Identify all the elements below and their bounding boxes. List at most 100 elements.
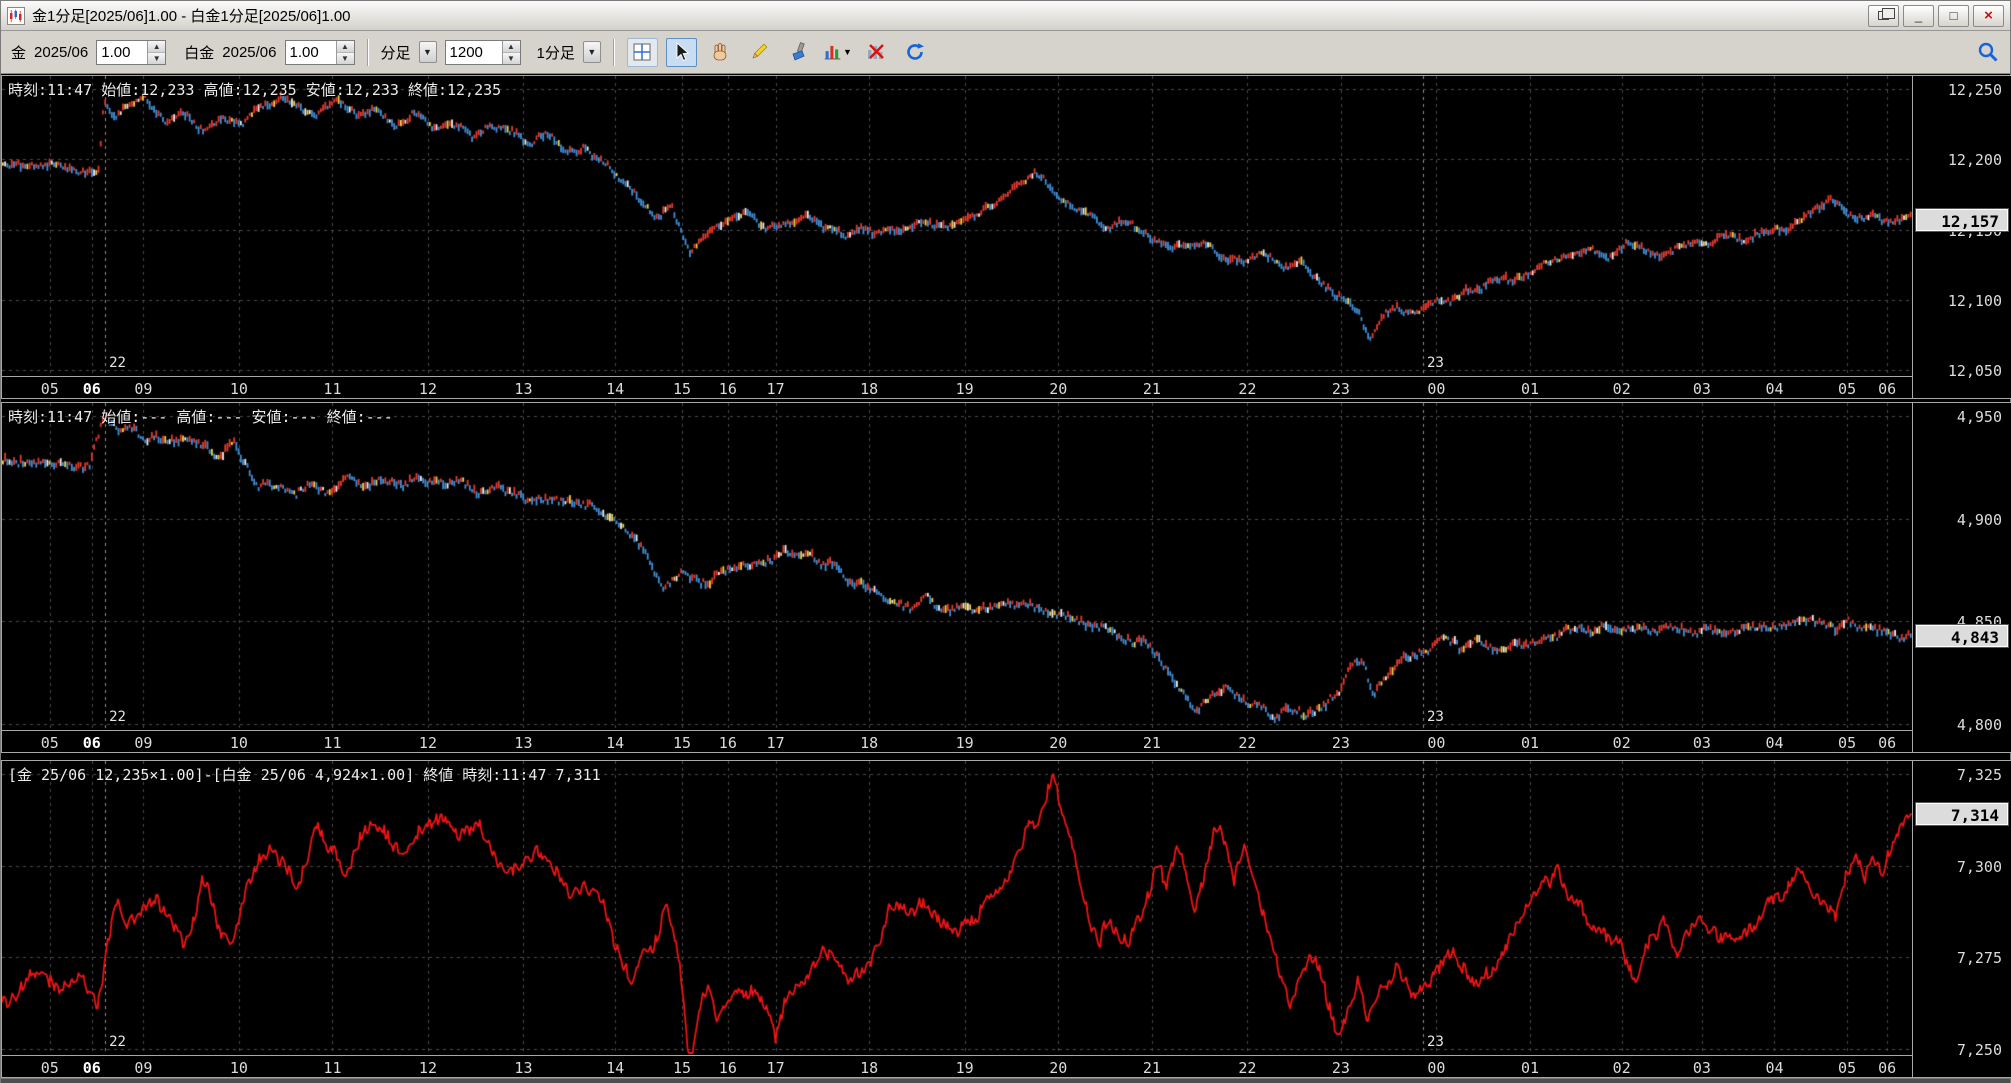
- x-axis-label: 10: [229, 1059, 248, 1077]
- refresh-icon: [907, 43, 925, 60]
- x-axis-label: 15: [672, 734, 692, 752]
- pan-tool-button[interactable]: [705, 38, 736, 67]
- draw-tool-button[interactable]: [744, 38, 775, 67]
- x-axis-label: 04: [1765, 380, 1784, 398]
- x-axis-label: 03: [1692, 734, 1711, 752]
- y-axis-label: 4,950: [1956, 408, 2002, 426]
- x-axis-label: 01: [1521, 734, 1540, 752]
- date-change-label: 22: [109, 1034, 126, 1050]
- x-axis-label: 20: [1049, 734, 1068, 752]
- restore-icon: [1878, 8, 1895, 20]
- x-axis-label: 16: [718, 1059, 737, 1077]
- select-tool-button[interactable]: [665, 37, 697, 67]
- spinner-arrows: ▲ ▼: [335, 40, 354, 64]
- toolbar: 金 2025/06 ▲ ▼ 白金 2025/06 ▲ ▼ 分足 ▼ ▲ ▼ 1分…: [1, 31, 2010, 74]
- platinum-contract-month: 2025/06: [222, 43, 277, 61]
- spread-price-scale[interactable]: 7,325 7,300 7,275 7,250 7,314: [1912, 761, 2011, 1077]
- y-axis-label: 12,100: [1947, 291, 2002, 310]
- spinner-arrows: ▲ ▼: [501, 40, 520, 64]
- title-bar: 金1分足[2025/06]1.00 - 白金1分足[2025/06]1.00 _…: [1, 1, 2010, 31]
- maximize-button[interactable]: □: [1938, 4, 1969, 27]
- spread-chart-canvas[interactable]: [2, 761, 1912, 1055]
- x-axis-label: 01: [1521, 1059, 1540, 1077]
- refresh-button[interactable]: [900, 38, 931, 67]
- platinum-chart-info: 時刻:11:47 始値:--- 高値:--- 安値:--- 終値:---: [8, 408, 393, 426]
- x-axis-label: 05: [40, 734, 59, 752]
- spin-up-icon[interactable]: ▲: [148, 40, 166, 53]
- x-axis-label: 14: [606, 380, 625, 398]
- y-axis-label: 12,200: [1947, 151, 2002, 170]
- restore-button[interactable]: [1868, 4, 1899, 27]
- brush-tool-button[interactable]: [783, 38, 814, 67]
- gold-multiplier-input[interactable]: [97, 40, 148, 64]
- spin-down-icon[interactable]: ▼: [502, 52, 520, 64]
- date-change-label: 22: [109, 709, 126, 725]
- x-axis-label: 21: [1142, 734, 1161, 752]
- gold-chart-panel: 時刻:11:47 始値:12,233 高値:12,235 安値:12,233 終…: [1, 75, 2011, 399]
- x-axis-label: 03: [1692, 380, 1711, 398]
- spin-up-icon[interactable]: ▲: [502, 40, 520, 53]
- current-price-tag: 4,843: [1916, 624, 2008, 647]
- minimize-button[interactable]: _: [1903, 4, 1934, 27]
- x-axis-label: 12: [418, 734, 437, 752]
- window-controls: _ □ ×: [1868, 4, 2004, 27]
- platinum-x-axis: 05 06 09 10 11 12 13 14 15 16 17 18 19 20 21 22 23 00 01 02…: [2, 730, 1912, 752]
- x-axis-label: 15: [672, 1059, 692, 1077]
- window-title: 金1分足[2025/06]1.00 - 白金1分足[2025/06]1.00: [32, 8, 351, 25]
- x-axis-label: 19: [955, 734, 974, 752]
- interval-dropdown[interactable]: ▼: [418, 41, 437, 63]
- x-axis-label: 05: [1838, 1059, 1857, 1077]
- x-axis-label: 21: [1142, 380, 1161, 398]
- x-axis-label: 06: [1878, 734, 1897, 752]
- close-button[interactable]: ×: [1973, 4, 2004, 27]
- y-axis-label: 7,250: [1956, 1041, 2002, 1059]
- spread-chart-area: [金 25/06 12,235×1.00]-[白金 25/06 4,924×1.…: [2, 761, 1912, 1077]
- gold-price-scale[interactable]: 12,25012,20012,15012,10012,05012,157: [1912, 76, 2011, 398]
- x-axis-label: 10: [229, 380, 248, 398]
- platinum-price-scale[interactable]: 4,950 4,900 4,850 4,800 4,843: [1912, 403, 2011, 752]
- platinum-multiplier-input[interactable]: [285, 40, 336, 64]
- crosshair-tool-button[interactable]: [626, 37, 658, 67]
- spin-down-icon[interactable]: ▼: [336, 52, 354, 64]
- platinum-chart-panel: 時刻:11:47 始値:--- 高値:--- 安値:--- 終値:--- 05 0…: [1, 402, 2011, 753]
- gold-contract-month: 2025/06: [34, 43, 89, 61]
- chevron-down-icon: ▼: [842, 47, 852, 57]
- bottom-scrollbar[interactable]: [1, 1078, 2010, 1083]
- hand-icon: [713, 43, 727, 61]
- y-axis-label: 12,050: [1947, 362, 2002, 380]
- spin-up-icon[interactable]: ▲: [336, 40, 354, 53]
- date-change-label: 23: [1427, 355, 1444, 371]
- chart-type-dropdown-button[interactable]: ▼: [822, 38, 853, 67]
- spin-down-icon[interactable]: ▼: [148, 52, 166, 64]
- x-axis-label: 04: [1765, 734, 1784, 752]
- clear-chart-icon: [868, 44, 885, 59]
- zoom-button[interactable]: [1976, 40, 2000, 64]
- chart-clear-tool-button[interactable]: [861, 38, 892, 67]
- x-axis-label: 21: [1142, 1059, 1161, 1077]
- crosshair-icon: [633, 43, 651, 61]
- x-axis-label: 13: [514, 380, 533, 398]
- toolbar-separator: [612, 38, 615, 66]
- x-axis-label: 13: [514, 734, 533, 752]
- gold-multiplier-spinner: ▲ ▼: [96, 39, 167, 65]
- spinner-arrows: ▲ ▼: [147, 40, 166, 64]
- y-axis-label: 4,900: [1956, 510, 2002, 529]
- x-axis-label: 23: [1331, 380, 1350, 398]
- x-axis-label: 01: [1521, 380, 1540, 398]
- timeframe-dropdown[interactable]: ▼: [582, 41, 601, 63]
- x-axis-label: 22: [1238, 380, 1257, 398]
- current-price-tag: 12,157: [1916, 208, 2008, 231]
- gold-chart-canvas[interactable]: [2, 76, 1912, 376]
- gold-chart-info: 時刻:11:47 始値:12,233 高値:12,235 安値:12,233 終…: [8, 81, 502, 99]
- x-axis-label: 10: [229, 734, 248, 752]
- x-axis-label: 06: [82, 734, 101, 752]
- date-change-label: 23: [1427, 1034, 1444, 1050]
- x-axis-label: 09: [134, 734, 153, 752]
- x-axis-label: 22: [1238, 734, 1257, 752]
- x-axis-label: 03: [1692, 1059, 1711, 1077]
- bar-count-input[interactable]: [445, 40, 502, 64]
- x-axis-label: 18: [860, 734, 879, 752]
- x-axis-label: 05: [1838, 734, 1857, 752]
- date-change-label: 22: [109, 355, 126, 371]
- platinum-chart-canvas[interactable]: [2, 403, 1912, 730]
